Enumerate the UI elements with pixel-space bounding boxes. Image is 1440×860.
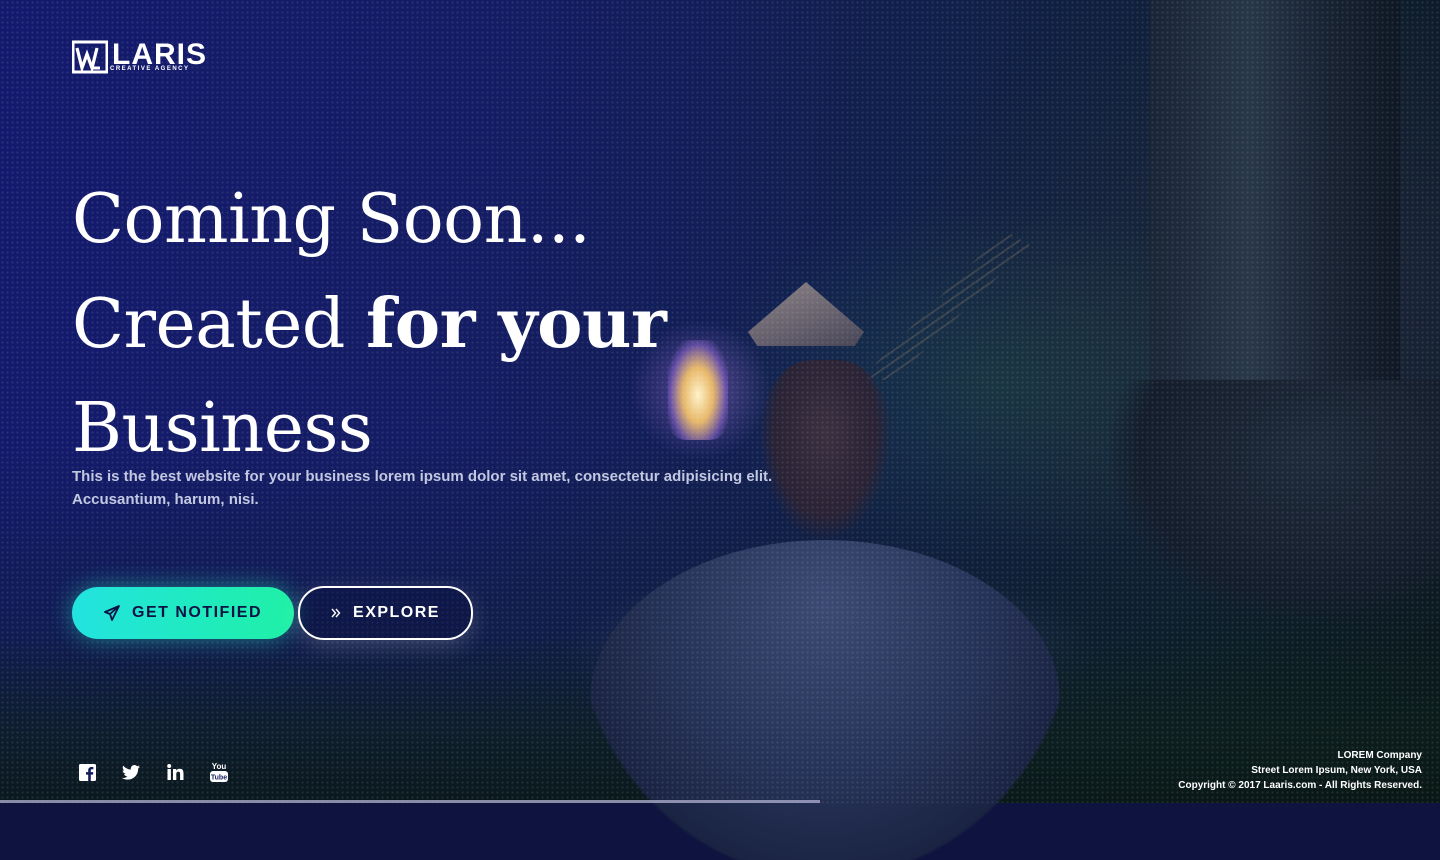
youtube-link[interactable]: You Tube [210,762,228,782]
footer-copyright: Copyright © 2017 Laaris.com - All Rights… [1178,780,1422,791]
footer-company-name: LOREM Company [1337,750,1422,761]
youtube-icon-top-text: You [212,762,227,771]
linkedin-icon [166,764,183,780]
headline-line-1: Coming Soon... [72,180,591,259]
explore-label: EXPLORE [353,604,440,621]
get-notified-button[interactable]: GET NOTIFIED [72,587,294,639]
facebook-icon [78,763,96,781]
footer-company-info: LOREM Company Street Lorem Ipsum, New Yo… [1178,748,1422,793]
headline-highlight-text: for your [366,284,667,364]
twitter-link[interactable] [122,762,140,782]
youtube-icon-bottom-text: Tube [211,775,227,782]
hero-headline: Coming Soon... Created for your Business [72,168,832,481]
wm-monogram-icon [72,40,108,74]
logo-tagline: CREATIVE AGENCY [110,66,190,72]
site-logo[interactable]: LARIS CREATIVE AGENCY [72,40,207,74]
linkedin-link[interactable] [166,762,184,782]
youtube-icon: You Tube [210,762,228,782]
facebook-link[interactable] [78,762,96,782]
double-chevron-right-icon [331,608,341,618]
subtitle-line-1: This is the best website for your busine… [72,468,773,485]
get-notified-label: GET NOTIFIED [132,604,262,621]
twitter-icon [122,764,140,780]
explore-button[interactable]: EXPLORE [298,586,473,640]
headline-highlight: for your [366,272,667,376]
headline-line-2: Created for your [72,272,832,377]
hero-subtitle: This is the best website for your busine… [72,465,812,511]
social-links: You Tube [78,762,228,782]
headline-line-2-plain: Created [72,285,367,364]
subtitle-line-2: Accusantium, harum, nisi. [72,491,259,508]
footer-address: Street Lorem Ipsum, New York, USA [1251,765,1422,776]
paper-plane-icon [104,605,120,621]
